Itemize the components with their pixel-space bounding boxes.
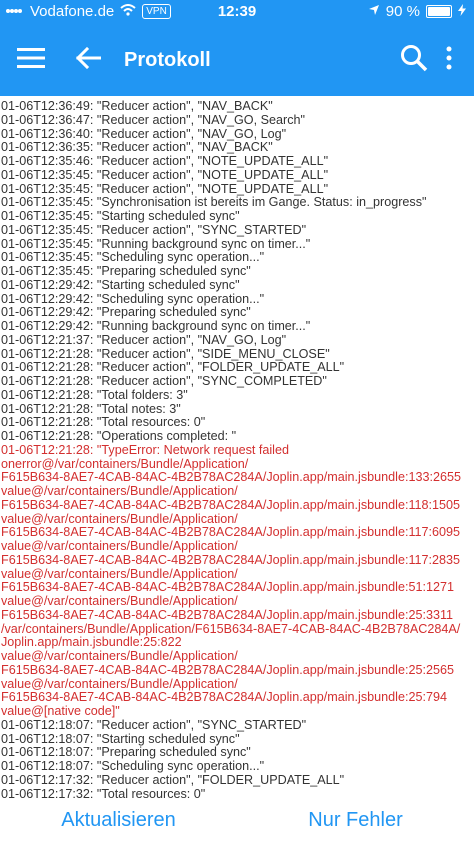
menu-button[interactable]	[2, 40, 60, 80]
log-line: 01-06T12:36:35: "Reducer action", "NAV_B…	[1, 140, 273, 155]
charging-bolt-icon	[458, 3, 466, 20]
log-line: 01-06T12:21:28: "Reducer action", "SIDE_…	[1, 346, 330, 361]
battery-icon	[426, 5, 452, 18]
search-icon	[400, 44, 428, 77]
log-line: 01-06T12:21:28: "Total folders: 3"	[1, 387, 188, 402]
app-header: Protokoll	[0, 24, 474, 96]
more-options-button[interactable]	[434, 40, 464, 80]
log-line: 01-06T12:35:45: "Preparing scheduled syn…	[1, 264, 251, 278]
log-line: 01-06T12:35:45: "Synchronisation ist ber…	[1, 195, 427, 210]
log-line-error: value@/var/containers/Bundle/Application…	[1, 484, 238, 498]
log-line-error: Joplin.app/main.jsbundle:25:822	[1, 635, 182, 650]
log-line: 01-06T12:29:42: "Scheduling sync operati…	[1, 291, 265, 306]
more-vertical-icon	[446, 46, 452, 75]
log-line-error: value@/var/containers/Bundle/Application…	[1, 649, 238, 663]
hamburger-menu-icon	[17, 47, 45, 74]
log-line-error: value@/var/containers/Bundle/Application…	[1, 566, 238, 581]
log-line: 01-06T12:21:28: "Total notes: 3"	[1, 401, 181, 416]
log-line-error: F615B634-8AE7-4CAB-84AC-4B2B78AC284A/Jop…	[1, 580, 454, 595]
arrow-back-icon	[75, 46, 102, 74]
log-line: 01-06T12:21:28: "Total resources: 0"	[1, 415, 206, 430]
refresh-button[interactable]: Aktualisieren	[0, 799, 237, 832]
log-list[interactable]: 01-06T12:36:49: "Reducer action", "NAV_B…	[0, 96, 474, 799]
back-button[interactable]	[66, 40, 110, 80]
log-line: 01-06T12:35:45: "Reducer action", "SYNC_…	[1, 222, 307, 237]
log-line: 01-06T12:35:45: "Reducer action", "NOTE_…	[1, 167, 329, 182]
log-line-error: F615B634-8AE7-4CAB-84AC-4B2B78AC284A/Jop…	[1, 662, 454, 677]
log-line-error: value@/var/containers/Bundle/Application…	[1, 676, 238, 691]
log-line-error: value@/var/containers/Bundle/Application…	[1, 511, 238, 526]
log-line-error: F615B634-8AE7-4CAB-84AC-4B2B78AC284A/Jop…	[1, 525, 461, 540]
log-line: 01-06T12:36:49: "Reducer action", "NAV_B…	[1, 99, 273, 113]
page-title: Protokoll	[124, 48, 211, 71]
log-line: 01-06T12:36:40: "Reducer action", "NAV_G…	[1, 126, 287, 141]
log-line-error: value@/var/containers/Bundle/Application…	[1, 594, 238, 608]
search-button[interactable]	[394, 40, 434, 80]
log-line: 01-06T12:21:28: "Reducer action", "SYNC_…	[1, 374, 327, 388]
status-bar: Vodafone.de VPN 12:39 90 %	[0, 0, 474, 24]
log-line-error: F615B634-8AE7-4CAB-84AC-4B2B78AC284A/Jop…	[1, 552, 461, 567]
log-line: 01-06T12:35:45: "Starting scheduled sync…	[1, 209, 240, 223]
log-line: 01-06T12:21:37: "Reducer action", "NAV_G…	[1, 332, 287, 347]
log-line: 01-06T12:35:46: "Reducer action", "NOTE_…	[1, 154, 329, 168]
status-right: 90 %	[368, 3, 466, 20]
log-line: 01-06T12:21:28: "Operations completed: "	[1, 429, 237, 443]
log-line-error: F615B634-8AE7-4CAB-84AC-4B2B78AC284A/Jop…	[1, 690, 447, 705]
log-line: 01-06T12:29:42: "Running background sync…	[1, 319, 311, 333]
log-line-error: F615B634-8AE7-4CAB-84AC-4B2B78AC284A/Jop…	[1, 470, 461, 485]
log-line: 01-06T12:18:07: "Starting scheduled sync…	[1, 731, 240, 746]
log-line: 01-06T12:17:32: "Total resources: 0"	[1, 786, 206, 799]
log-line-error: value@[native code]"	[1, 704, 120, 718]
log-line-error: F615B634-8AE7-4CAB-84AC-4B2B78AC284A/Jop…	[1, 497, 461, 512]
log-line: 01-06T12:29:42: "Preparing scheduled syn…	[1, 305, 251, 320]
location-arrow-icon	[368, 3, 380, 20]
log-line: 01-06T12:35:45: "Scheduling sync operati…	[1, 250, 265, 265]
bottom-bar: Aktualisieren Nur Fehler	[0, 799, 474, 842]
log-line-error: /var/containers/Bundle/Application/F615B…	[1, 621, 461, 636]
errors-only-button[interactable]: Nur Fehler	[237, 799, 474, 832]
log-line-error: F615B634-8AE7-4CAB-84AC-4B2B78AC284A/Jop…	[1, 607, 454, 622]
log-line-error: value@/var/containers/Bundle/Application…	[1, 539, 238, 553]
log-line: 01-06T12:18:07: "Scheduling sync operati…	[1, 759, 265, 773]
log-line: 01-06T12:21:28: "Reducer action", "FOLDE…	[1, 360, 345, 375]
log-line: 01-06T12:18:07: "Reducer action", "SYNC_…	[1, 717, 307, 732]
log-line-error: onerror@/var/containers/Bundle/Applicati…	[1, 456, 249, 471]
log-line: 01-06T12:17:32: "Reducer action", "FOLDE…	[1, 772, 345, 787]
log-line: 01-06T12:35:45: "Running background sync…	[1, 236, 311, 251]
log-line: 01-06T12:18:07: "Preparing scheduled syn…	[1, 745, 251, 760]
log-line: 01-06T12:35:45: "Reducer action", "NOTE_…	[1, 181, 329, 196]
log-line: 01-06T12:36:47: "Reducer action", "NAV_G…	[1, 112, 305, 127]
log-line: 01-06T12:29:42: "Starting scheduled sync…	[1, 277, 240, 292]
log-line-error: 01-06T12:21:28: "TypeError: Network requ…	[1, 442, 289, 457]
battery-percent: 90 %	[385, 3, 420, 20]
